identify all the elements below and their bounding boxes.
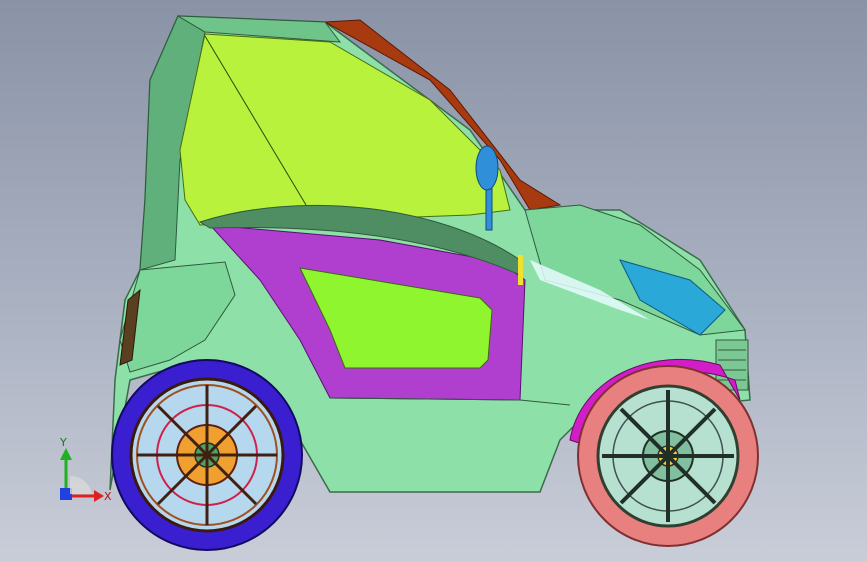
triad-y-label: Y [59,436,67,449]
triad-x-label: X [104,490,112,503]
front-wheel [577,365,759,547]
coordinate-triad: Y X [59,436,112,503]
pillar-accent [518,255,523,285]
triad-arc [70,475,92,494]
triad-y-arrow [60,448,72,460]
rear-wheel [111,359,303,551]
triad-x-arrow [94,490,104,502]
vehicle-model[interactable] [109,15,759,551]
cad-viewport[interactable]: Y X [0,0,867,562]
